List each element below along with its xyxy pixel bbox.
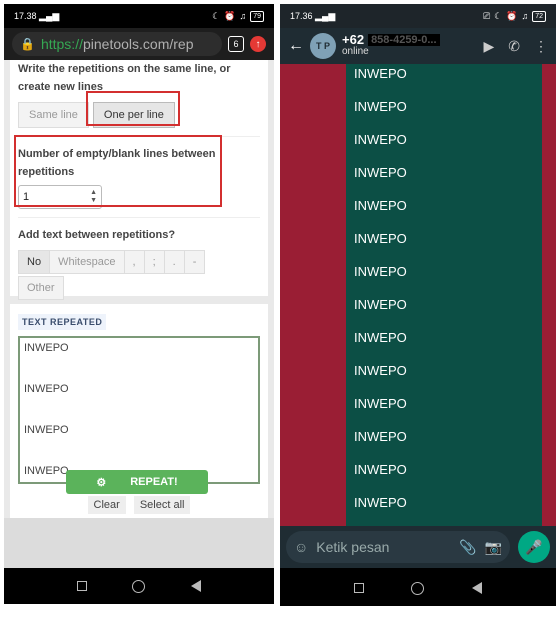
android-nav-bar — [4, 568, 274, 604]
redacted-number: 858-4259-0... — [368, 34, 440, 46]
moon-icon: ☾ — [212, 10, 221, 21]
clear-button[interactable]: Clear — [87, 496, 126, 514]
separator-no-button[interactable]: No — [19, 251, 51, 273]
video-call-icon[interactable]: ▶ — [483, 38, 494, 55]
home-icon[interactable] — [132, 579, 146, 593]
separator-other-button[interactable]: Other — [19, 277, 63, 299]
result-tag: TEXT REPEATED — [18, 314, 107, 330]
alarm-icon: ⏰ — [506, 10, 518, 21]
battery-icon: 79 — [250, 10, 264, 22]
mic-button[interactable]: 🎤 — [518, 531, 550, 563]
cast-icon: ⎚ — [482, 10, 491, 21]
message-line: INWEPO — [354, 462, 407, 477]
contact-info[interactable]: +62 858-4259-0... online — [342, 33, 477, 58]
separator-group: No Whitespace , ; . - — [18, 250, 206, 274]
message-line: INWEPO — [354, 363, 407, 378]
highlight-box-blank-lines — [14, 135, 222, 207]
status-time: 17.38 — [14, 10, 37, 21]
gear-icon: ⚙ — [96, 476, 107, 489]
signal-icon: ▂▄▆ — [315, 10, 336, 21]
alarm-icon: ⏰ — [224, 10, 236, 21]
separator-semicolon-button[interactable]: ; — [144, 251, 165, 273]
separator-comma-button[interactable]: , — [124, 251, 145, 273]
chat-header: ← T P +62 858-4259-0... online ▶ ✆ ⋮ — [280, 28, 556, 64]
more-icon[interactable]: ⋮ — [534, 38, 548, 55]
message-line: INWEPO — [354, 264, 407, 279]
message-line: INWEPO — [354, 99, 407, 114]
android-nav-bar — [280, 570, 556, 606]
lock-icon: 🔒 — [20, 37, 35, 51]
message-line: INWEPO — [354, 495, 407, 510]
url-text: https://pinetools.com/rep — [40, 36, 194, 52]
phone-icon[interactable]: ✆ — [508, 38, 520, 55]
attach-icon[interactable]: 📎 — [459, 539, 476, 556]
upload-icon[interactable]: ↑ — [250, 36, 266, 52]
message-line: INWEPO — [354, 396, 407, 411]
status-bar: 17.36 ▂▄▆ ⎚ ☾ ⏰ ♫ 72 — [280, 4, 556, 28]
headphones-icon: ♫ — [521, 11, 529, 21]
status-bar: 17.38 ▂▄▆ ☾ ⏰ ♫ 79 — [4, 4, 274, 28]
message-line: INWEPO — [354, 198, 407, 213]
message-line: INWEPO — [354, 132, 407, 147]
moon-icon: ☾ — [494, 10, 503, 21]
same-line-button[interactable]: Same line — [18, 102, 89, 128]
repeat-label: REPEAT! — [130, 476, 178, 488]
divider — [18, 217, 260, 218]
status-time: 17.36 — [290, 10, 313, 21]
contact-status: online — [342, 46, 369, 57]
back-icon[interactable] — [472, 582, 483, 594]
compose-placeholder: Ketik pesan — [316, 539, 390, 555]
phone-right: 17.36 ▂▄▆ ⎚ ☾ ⏰ ♫ 72 ← T P +62 858-4259-… — [280, 4, 556, 606]
message-input[interactable]: ☺ Ketik pesan 📎 📷 — [286, 531, 510, 563]
result-line: INWEPO — [24, 383, 69, 395]
header-actions: ▶ ✆ ⋮ — [483, 38, 548, 55]
result-line: INWEPO — [24, 342, 69, 354]
camera-icon[interactable]: 📷 — [485, 539, 502, 556]
highlight-box-line-mode — [86, 91, 180, 126]
contact-name: +62 858-4259-0... — [342, 33, 477, 46]
battery-icon: 72 — [532, 10, 546, 22]
message-line: INWEPO — [354, 231, 407, 246]
page-footer — [4, 518, 274, 568]
message-line: INWEPO — [354, 330, 407, 345]
separator-whitespace-button[interactable]: Whitespace — [50, 251, 125, 273]
browser-toolbar: 🔒 https://pinetools.com/rep 6 ↑ — [4, 28, 274, 60]
compose-bar: ☺ Ketik pesan 📎 📷 🎤 — [280, 526, 556, 568]
message-line: INWEPO — [354, 66, 407, 81]
back-arrow-icon[interactable]: ← — [288, 37, 304, 55]
mic-icon: 🎤 — [525, 538, 543, 555]
message-line: INWEPO — [354, 297, 407, 312]
back-icon[interactable] — [191, 580, 202, 592]
headphones-icon: ♫ — [239, 11, 247, 21]
tab-switcher-button[interactable]: 6 — [228, 36, 244, 52]
result-line: INWEPO — [24, 424, 69, 436]
message-line: INWEPO — [354, 165, 407, 180]
add-text-label: Add text between repetitions? — [18, 229, 176, 241]
result-actions: Clear Select all — [18, 496, 260, 514]
chat-area: INWEPO INWEPO INWEPO INWEPO INWEPO INWEP… — [280, 64, 556, 534]
phone-left: 17.38 ▂▄▆ ☾ ⏰ ♫ 79 🔒 https://pinetools.c… — [4, 4, 274, 604]
avatar[interactable]: T P — [310, 33, 336, 59]
separator-dot-button[interactable]: . — [164, 251, 185, 273]
message-line: INWEPO — [354, 429, 407, 444]
recents-icon[interactable] — [353, 583, 364, 593]
emoji-icon[interactable]: ☺ — [294, 539, 308, 555]
recents-icon[interactable] — [76, 581, 87, 591]
signal-icon: ▂▄▆ — [39, 10, 60, 21]
home-icon[interactable] — [411, 581, 425, 595]
url-bar[interactable]: 🔒 https://pinetools.com/rep — [12, 32, 222, 56]
message-bubble[interactable]: INWEPO INWEPO INWEPO INWEPO INWEPO INWEP… — [346, 64, 542, 526]
repeat-button[interactable]: ⚙ REPEAT! — [66, 470, 208, 494]
separator-other-group: Other — [18, 276, 64, 300]
separator-dash-button[interactable]: - — [184, 251, 205, 273]
select-all-button[interactable]: Select all — [133, 496, 191, 514]
result-textarea[interactable]: INWEPO INWEPO INWEPO INWEPO — [18, 336, 260, 484]
